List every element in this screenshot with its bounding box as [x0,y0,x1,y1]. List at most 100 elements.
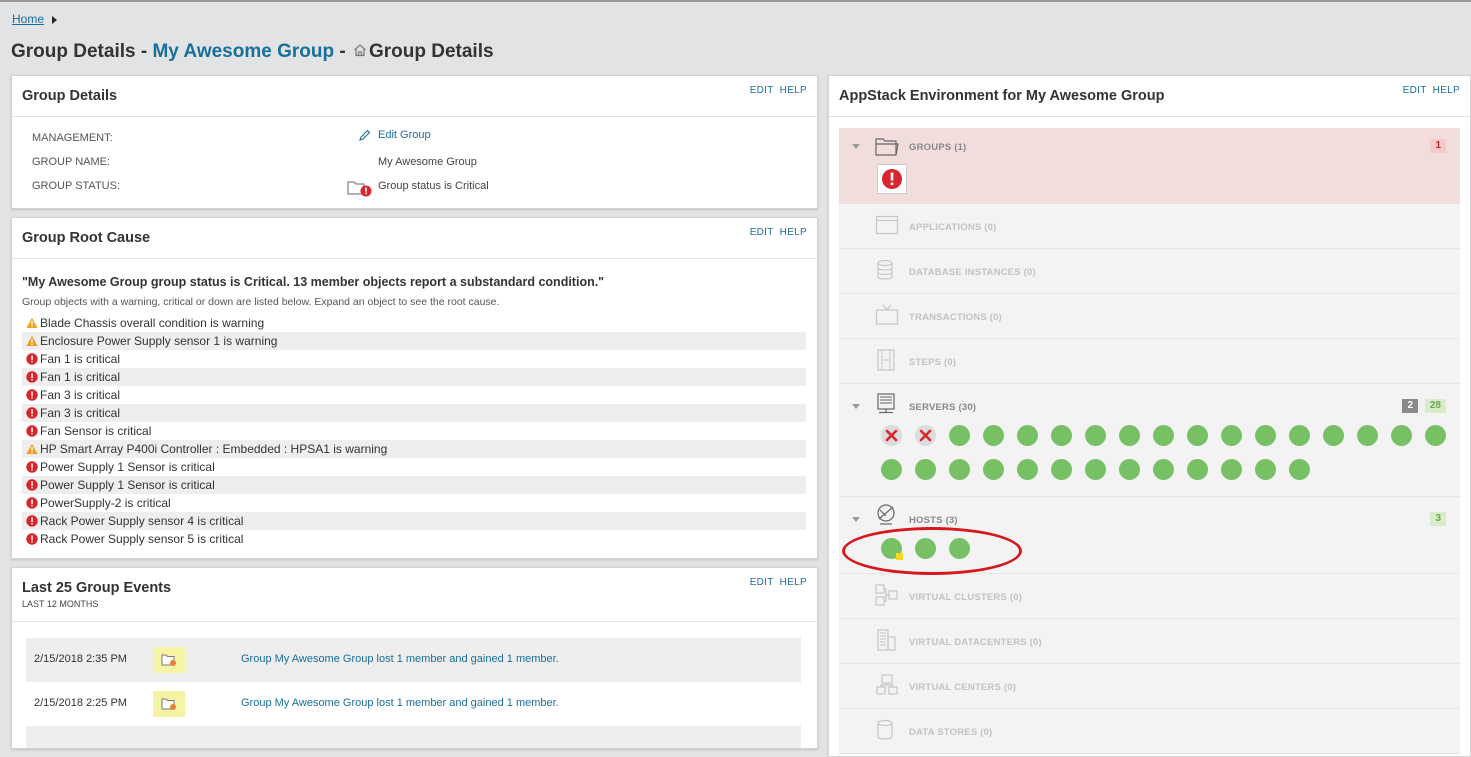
event-message-link[interactable]: Group My Awesome Group lost 1 member and… [241,697,559,709]
group-event-icon [153,647,185,673]
status-down-dot[interactable] [881,425,902,446]
status-up-dot[interactable] [1187,459,1208,480]
event-row: 2/15/2018 2:25 PM Group My Awesome Group… [26,682,801,726]
root-cause-item[interactable]: Power Supply 1 Sensor is critical [22,476,806,494]
root-cause-item[interactable]: Rack Power Supply sensor 5 is critical [22,530,806,548]
cluster-icon [875,584,898,606]
appstack-section-virtual-datacenters[interactable]: VIRTUAL DATACENTERS (0) [839,619,1460,664]
root-cause-item[interactable]: Power Supply 1 Sensor is critical [22,458,806,476]
server-icon [877,393,895,414]
status-up-dot[interactable] [1051,459,1072,480]
help-button[interactable]: HELP [780,577,807,588]
status-up-dot[interactable] [983,459,1004,480]
event-date: 2/15/2018 2:35 PM [34,653,127,665]
root-cause-item[interactable]: Fan 3 is critical [22,404,806,422]
root-cause-item[interactable]: Rack Power Supply sensor 4 is critical [22,512,806,530]
status-up-dot[interactable] [915,459,936,480]
status-up-dot[interactable] [1391,425,1412,446]
panel-header: Group Root Cause EDIT HELP [12,218,817,259]
status-up-dot[interactable] [1085,425,1106,446]
status-up-dot[interactable] [983,425,1004,446]
edit-button[interactable]: EDIT [750,227,774,238]
root-cause-item[interactable]: Fan 1 is critical [22,350,806,368]
root-cause-text: Blade Chassis overall condition is warni… [40,316,265,330]
status-up-dot[interactable] [1187,425,1208,446]
status-up-dot[interactable] [1119,425,1140,446]
root-cause-item[interactable]: Enclosure Power Supply sensor 1 is warni… [22,332,806,350]
critical-count-badge[interactable]: 1 [1430,139,1446,153]
status-up-dot[interactable] [1051,425,1072,446]
breadcrumb-home-link[interactable]: Home [12,12,44,26]
status-up-dot[interactable] [1221,425,1242,446]
panel-header: AppStack Environment for My Awesome Grou… [829,76,1470,117]
down-count-badge[interactable]: 2 [1402,399,1418,413]
application-window-icon [875,215,899,235]
event-message-link[interactable]: Group My Awesome Group lost 1 member and… [241,653,559,665]
home-icon [354,44,366,57]
collapse-triangle-icon[interactable] [852,144,860,149]
critical-icon [26,497,38,509]
root-cause-item[interactable]: Fan 1 is critical [22,368,806,386]
appstack-section-database-instances[interactable]: DATABASE INSTANCES (0) [839,249,1460,294]
status-up-dot[interactable] [1357,425,1378,446]
appstack-section-servers[interactable]: SERVERS (30) 2 28 [839,384,1460,497]
pencil-icon[interactable] [358,129,371,142]
status-up-dot[interactable] [1017,459,1038,480]
critical-group-tile[interactable] [877,164,907,194]
edit-button[interactable]: EDIT [750,577,774,588]
status-up-dot[interactable] [1153,425,1174,446]
status-down-dot[interactable] [915,425,936,446]
root-cause-text: Power Supply 1 Sensor is critical [40,478,215,492]
status-up-dot[interactable] [1017,425,1038,446]
status-up-dot[interactable] [1425,425,1446,446]
status-up-dot[interactable] [1119,459,1140,480]
critical-icon [26,425,38,437]
appstack-section-groups[interactable]: GROUPS (1) 1 [839,128,1460,205]
status-up-dot[interactable] [1289,459,1310,480]
root-cause-text: Fan 3 is critical [40,388,121,402]
help-button[interactable]: HELP [1433,85,1460,96]
root-cause-item[interactable]: Fan Sensor is critical [22,422,806,440]
page-title-group-name[interactable]: My Awesome Group [152,41,334,62]
group-events-panel: Last 25 Group Events LAST 12 MONTHS EDIT… [11,567,818,749]
edit-button[interactable]: EDIT [750,85,774,96]
status-up-dot[interactable] [1255,425,1276,446]
breadcrumb-caret-icon[interactable] [52,15,58,24]
status-up-dot[interactable] [1085,459,1106,480]
edit-group-link[interactable]: Edit Group [378,129,431,141]
status-up-dot[interactable] [881,459,902,480]
help-button[interactable]: HELP [780,227,807,238]
root-cause-item[interactable]: Blade Chassis overall condition is warni… [22,314,806,332]
group-status-value: Group status is Critical [378,180,489,192]
collapse-triangle-icon[interactable] [852,517,860,522]
appstack-section-transactions[interactable]: TRANSACTIONS (0) [839,294,1460,339]
help-button[interactable]: HELP [780,85,807,96]
critical-icon [26,353,38,365]
status-up-dot[interactable] [1289,425,1310,446]
root-cause-item[interactable]: PowerSupply-2 is critical [22,494,806,512]
appstack-section-steps[interactable]: STEPS (0) [839,339,1460,384]
root-cause-text: Fan 3 is critical [40,406,121,420]
panel-actions: EDIT HELP [744,577,807,588]
up-count-badge[interactable]: 28 [1424,399,1446,413]
status-up-dot[interactable] [1323,425,1344,446]
collapse-triangle-icon[interactable] [852,404,860,409]
root-cause-summary: "My Awesome Group group status is Critic… [22,275,605,289]
status-up-dot[interactable] [1221,459,1242,480]
root-cause-text: Fan 1 is critical [40,370,121,384]
critical-icon [26,479,38,491]
event-row: 2/15/2018 2:35 PM Group My Awesome Group… [26,638,801,682]
root-cause-item[interactable]: Fan 3 is critical [22,386,806,404]
root-cause-item[interactable]: HP Smart Array P400i Controller : Embedd… [22,440,806,458]
status-up-dot[interactable] [1255,459,1276,480]
appstack-section-virtual-clusters[interactable]: VIRTUAL CLUSTERS (0) [839,574,1460,619]
appstack-section-virtual-centers[interactable]: VIRTUAL CENTERS (0) [839,664,1460,709]
edit-button[interactable]: EDIT [1403,85,1427,96]
status-up-dot[interactable] [949,425,970,446]
status-up-dot[interactable] [949,459,970,480]
status-up-dot[interactable] [1153,459,1174,480]
root-cause-text: Power Supply 1 Sensor is critical [40,460,215,474]
appstack-section-data-stores[interactable]: DATA STORES (0) [839,709,1460,754]
appstack-section-applications[interactable]: APPLICATIONS (0) [839,204,1460,249]
up-count-badge[interactable]: 3 [1430,512,1446,526]
